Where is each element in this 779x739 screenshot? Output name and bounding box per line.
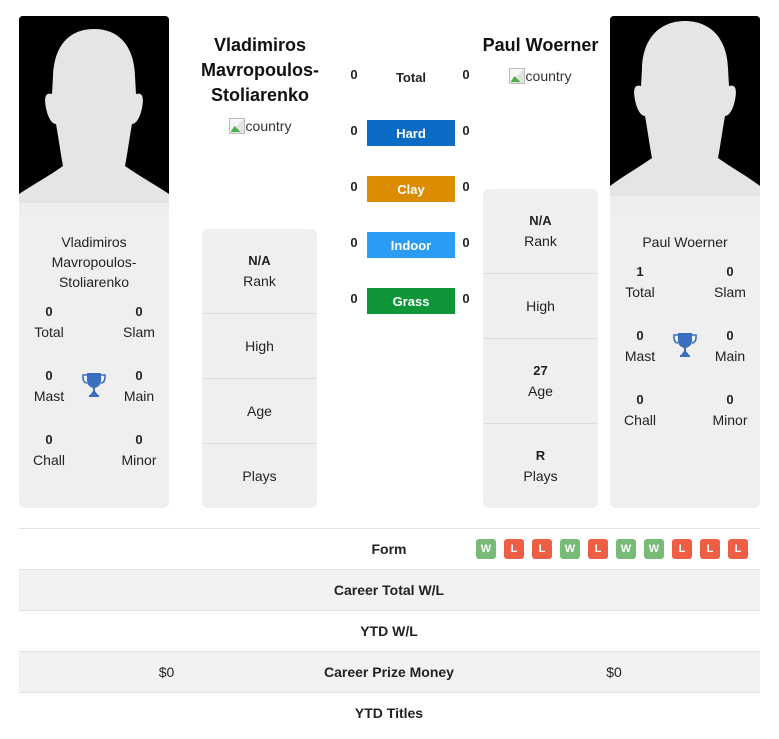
career-total-wl-label: Career Total W/L bbox=[333, 582, 445, 598]
surface-clay-badge: Clay bbox=[367, 176, 455, 202]
player1-card: Vladimiros Mavropoulos- Stoliarenko 0 To… bbox=[19, 216, 169, 508]
career-prize-money-row: $0 Career Prize Money $0 bbox=[19, 651, 760, 692]
player2-stat-rank: N/A Rank bbox=[483, 189, 598, 274]
trophy-icon bbox=[82, 372, 106, 403]
surface-total-left: 0 bbox=[350, 67, 358, 82]
player2-photo bbox=[610, 16, 760, 216]
player1-stat-high: High bbox=[202, 314, 317, 379]
surface-hard-right: 0 bbox=[462, 123, 470, 138]
comparison-table: Form WLLWLWWLLL Career Total W/L YTD W/L… bbox=[19, 528, 760, 733]
surface-grass-right: 0 bbox=[462, 291, 470, 306]
player1-country-flag: country bbox=[200, 118, 320, 134]
form-badges: WLLWLWWLLL bbox=[476, 539, 748, 559]
career-prize-money-right: $0 bbox=[606, 664, 622, 680]
ytd-wl-label: YTD W/L bbox=[360, 623, 418, 639]
surface-hard-left: 0 bbox=[350, 123, 358, 138]
player1-stat-rank: N/A Rank bbox=[202, 229, 317, 314]
surface-clay-right: 0 bbox=[462, 179, 470, 194]
form-badge-loss[interactable]: L bbox=[504, 539, 524, 559]
broken-image-icon bbox=[228, 118, 245, 134]
trophy-icon bbox=[673, 332, 697, 363]
form-badge-loss[interactable]: L bbox=[700, 539, 720, 559]
player1-stat-plays: Plays bbox=[242, 468, 277, 484]
form-badge-win[interactable]: W bbox=[616, 539, 636, 559]
player2-card-name: Paul Woerner bbox=[642, 234, 728, 250]
player1-titles-main: 0 Main bbox=[123, 368, 155, 404]
career-prize-money-label: Career Prize Money bbox=[324, 664, 454, 680]
surface-hard-badge: Hard bbox=[367, 120, 455, 146]
form-badge-loss[interactable]: L bbox=[728, 539, 748, 559]
player1-card-name: Vladimiros bbox=[61, 234, 127, 250]
player2-titles-mast: 0 Mast bbox=[624, 328, 656, 364]
broken-image-icon bbox=[508, 68, 525, 84]
form-badge-win[interactable]: W bbox=[644, 539, 664, 559]
career-total-wl-row: Career Total W/L bbox=[19, 569, 760, 610]
player2-stats: N/A Rank High 27 Age R Plays bbox=[483, 189, 598, 508]
player2-name-heading[interactable]: Paul Woerner bbox=[470, 33, 611, 58]
form-badge-win[interactable]: W bbox=[560, 539, 580, 559]
player1-stat-age: Age bbox=[202, 379, 317, 444]
player1-titles-chall: 0 Chall bbox=[33, 432, 65, 468]
form-badge-win[interactable]: W bbox=[476, 539, 496, 559]
player2-titles-chall: 0 Chall bbox=[624, 392, 656, 428]
player1-stats: N/A Rank High Age Plays bbox=[202, 229, 317, 508]
form-badge-loss[interactable]: L bbox=[588, 539, 608, 559]
player1-name-heading[interactable]: Vladimiros Mavropoulos- Stoliarenko bbox=[185, 33, 335, 108]
ytd-titles-row: YTD Titles bbox=[19, 692, 760, 733]
player1-titles-slam: 0 Slam bbox=[123, 304, 155, 340]
surface-grass-badge: Grass bbox=[367, 288, 455, 314]
player1-titles-mast: 0 Mast bbox=[33, 368, 65, 404]
player1-card-name: Mavropoulos- bbox=[51, 254, 137, 270]
player2-stat-plays: R Plays bbox=[523, 448, 558, 484]
form-badge-loss[interactable]: L bbox=[672, 539, 692, 559]
player2-country-flag: country bbox=[480, 68, 600, 84]
player2-stat-age: 27 Age bbox=[483, 339, 598, 424]
form-badge-loss[interactable]: L bbox=[532, 539, 552, 559]
player2-stat-high: High bbox=[483, 274, 598, 339]
player1-photo bbox=[19, 16, 169, 216]
avatar-silhouette-icon bbox=[19, 16, 169, 216]
form-label: Form bbox=[371, 541, 407, 557]
player2-titles-total: 1 Total bbox=[625, 264, 655, 300]
form-row: Form WLLWLWWLLL bbox=[19, 528, 760, 569]
player2-card: Paul Woerner 1 Total 0 Slam 0 Mast 0 Mai… bbox=[610, 216, 760, 508]
player2-titles-slam: 0 Slam bbox=[714, 264, 746, 300]
surface-indoor-left: 0 bbox=[350, 235, 358, 250]
surface-indoor-right: 0 bbox=[462, 235, 470, 250]
ytd-titles-label: YTD Titles bbox=[354, 705, 424, 721]
surface-total-label: Total bbox=[395, 70, 427, 85]
player2-titles-minor: 0 Minor bbox=[712, 392, 748, 428]
surface-grass-left: 0 bbox=[350, 291, 358, 306]
surface-total-right: 0 bbox=[462, 67, 470, 82]
player1-card-name: Stoliarenko bbox=[58, 274, 130, 290]
surface-clay-left: 0 bbox=[350, 179, 358, 194]
player1-titles-total: 0 Total bbox=[34, 304, 64, 340]
surface-indoor-badge: Indoor bbox=[367, 232, 455, 258]
career-prize-money-left: $0 bbox=[158, 664, 175, 680]
ytd-wl-row: YTD W/L bbox=[19, 610, 760, 651]
player2-titles-main: 0 Main bbox=[714, 328, 746, 364]
player1-titles-minor: 0 Minor bbox=[121, 432, 157, 468]
avatar-silhouette-icon bbox=[610, 16, 760, 216]
